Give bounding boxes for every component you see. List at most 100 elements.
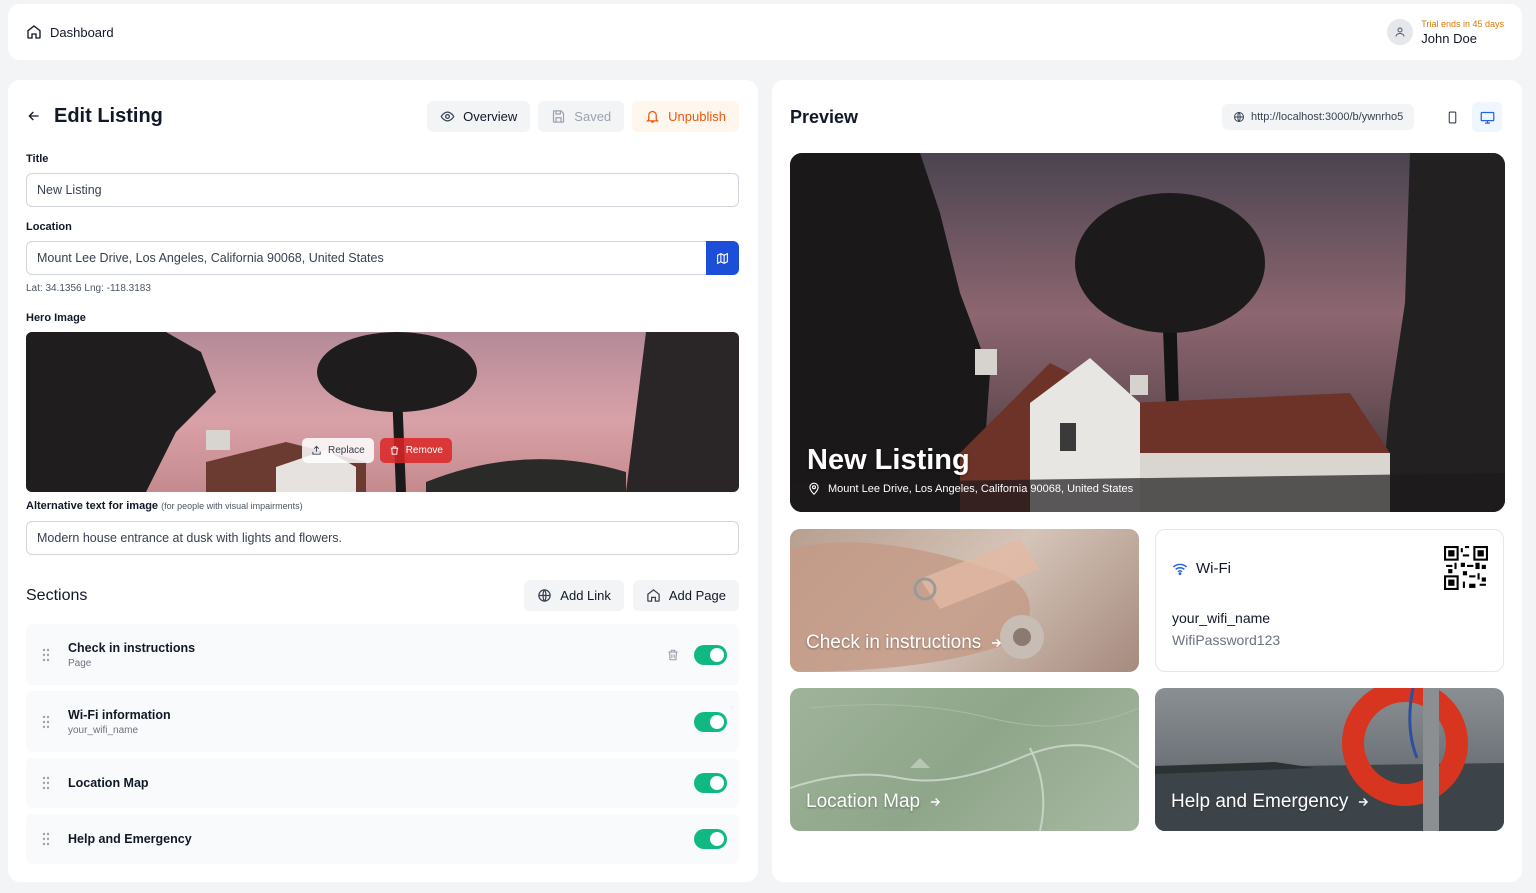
replace-label: Replace xyxy=(328,445,365,456)
sections-title: Sections xyxy=(26,587,88,604)
wifi-card-title: Wi-Fi xyxy=(1196,560,1231,577)
arrow-right-icon xyxy=(930,797,941,807)
alt-text-label: Alternative text for image (for people w… xyxy=(26,500,303,512)
replace-image-button[interactable]: Replace xyxy=(302,438,374,463)
overview-button[interactable]: Overview xyxy=(427,100,531,132)
title-input[interactable]: New Listing xyxy=(26,173,739,207)
trial-notice: Trial ends in 45 days xyxy=(1421,18,1504,29)
arrow-right-icon xyxy=(992,638,1002,648)
location-label: Location xyxy=(26,221,72,233)
desktop-view-button[interactable] xyxy=(1472,102,1502,132)
dashboard-link[interactable]: Dashboard xyxy=(26,24,114,40)
section-row-location-map[interactable]: Location Map xyxy=(26,758,739,808)
user-name: John Doe xyxy=(1421,30,1477,46)
remove-label: Remove xyxy=(405,445,443,456)
location-input[interactable]: Mount Lee Drive, Los Angeles, California… xyxy=(26,241,707,275)
wifi-card-header: Wi-Fi xyxy=(1172,560,1231,577)
save-icon xyxy=(553,109,565,123)
location-map-card-label: Location Map xyxy=(806,791,942,813)
preview-card-help[interactable]: Help and Emergency xyxy=(1155,688,1504,831)
preview-card-check-in[interactable]: Check in instructions xyxy=(790,529,1139,672)
map-icon xyxy=(717,252,728,264)
alt-text-input[interactable]: Modern house entrance at dusk with light… xyxy=(26,521,739,555)
section-row-check-in[interactable]: Check in instructions Page xyxy=(26,624,739,685)
remove-image-button[interactable]: Remove xyxy=(379,438,452,463)
preview-hero-title: New Listing xyxy=(807,444,970,476)
page-title: Edit Listing xyxy=(54,104,163,127)
qr-code-icon xyxy=(1444,546,1488,590)
top-bar: Dashboard Trial ends in 45 days John Doe xyxy=(8,4,1522,60)
overview-label: Overview xyxy=(463,108,518,124)
edit-panel: Edit Listing Overview Saved Unpublish Ti… xyxy=(8,80,758,882)
add-page-label: Add Page xyxy=(668,588,726,603)
home-icon xyxy=(27,25,41,39)
section-row-help[interactable]: Help and Emergency xyxy=(26,814,739,864)
avatar xyxy=(1387,19,1414,45)
smartphone-icon xyxy=(1448,111,1456,123)
section-name: Location Map xyxy=(68,776,149,790)
saved-label: Saved xyxy=(574,108,612,124)
mobile-view-button[interactable] xyxy=(1437,102,1467,132)
user-menu[interactable]: Trial ends in 45 days John Doe xyxy=(1387,19,1504,46)
unpublish-label: Unpublish xyxy=(668,108,726,124)
section-name: Help and Emergency xyxy=(68,832,192,846)
section-toggle[interactable] xyxy=(694,644,727,665)
wifi-password: WifiPassword123 xyxy=(1172,632,1281,648)
preview-card-location-map[interactable]: Location Map xyxy=(790,688,1139,831)
add-link-button[interactable]: Add Link xyxy=(524,580,624,611)
alt-text-label-text: Alternative text for image xyxy=(26,500,159,512)
dashboard-label: Dashboard xyxy=(50,24,114,40)
help-card-label: Help and Emergency xyxy=(1171,791,1370,813)
preview-hero-location: Mount Lee Drive, Los Angeles, California… xyxy=(807,482,1133,496)
arrow-right-icon xyxy=(1359,797,1369,807)
trash-icon xyxy=(390,446,398,455)
delete-icon[interactable] xyxy=(666,648,680,662)
add-link-label: Add Link xyxy=(560,588,611,603)
coordinates: Lat: 34.1356 Lng: -118.3183 xyxy=(26,283,151,294)
preview-card-wifi[interactable]: Wi-Fi your_wifi_name WifiPassword123 xyxy=(1155,529,1504,672)
drag-handle-icon[interactable] xyxy=(38,832,54,846)
home-icon xyxy=(647,589,660,602)
hero-thumbnail-art xyxy=(26,332,739,492)
add-page-button[interactable]: Add Page xyxy=(632,580,739,611)
preview-url[interactable]: http://localhost:3000/b/ywnrho5 xyxy=(1222,104,1415,130)
section-row-wifi[interactable]: Wi-Fi information your_wifi_name xyxy=(26,691,739,752)
bell-off-icon xyxy=(646,110,660,123)
hero-image-label: Hero Image xyxy=(26,312,86,324)
back-arrow-icon[interactable] xyxy=(26,108,42,124)
hero-image-thumbnail: Replace Remove xyxy=(26,332,739,492)
section-subtitle: your_wifi_name xyxy=(68,724,139,736)
saved-button[interactable]: Saved xyxy=(538,100,625,132)
upload-icon xyxy=(312,445,321,455)
drag-handle-icon[interactable] xyxy=(38,715,54,729)
preview-hero: New Listing Mount Lee Drive, Los Angeles… xyxy=(790,153,1505,512)
preview-url-text: http://localhost:3000/b/ywnrho5 xyxy=(1251,111,1404,123)
preview-title: Preview xyxy=(790,107,859,127)
drag-handle-icon[interactable] xyxy=(38,648,54,662)
section-toggle[interactable] xyxy=(694,711,727,732)
monitor-icon xyxy=(1480,111,1494,124)
location-map-card-text: Location Map xyxy=(806,791,921,812)
section-toggle[interactable] xyxy=(694,773,727,793)
map-pin-icon xyxy=(809,482,819,496)
help-card-text: Help and Emergency xyxy=(1171,791,1349,812)
preview-hero-location-text: Mount Lee Drive, Los Angeles, California… xyxy=(828,483,1134,495)
map-picker-button[interactable] xyxy=(706,241,739,275)
unpublish-button[interactable]: Unpublish xyxy=(632,100,739,132)
user-icon xyxy=(1395,27,1405,37)
preview-panel: Preview http://localhost:3000/b/ywnrho5 … xyxy=(772,80,1522,882)
section-name: Check in instructions xyxy=(68,640,196,655)
wifi-icon xyxy=(1172,563,1188,575)
section-name: Wi-Fi information xyxy=(68,707,171,722)
section-toggle[interactable] xyxy=(694,829,727,849)
globe-icon xyxy=(538,589,552,602)
drag-handle-icon[interactable] xyxy=(38,776,54,790)
globe-icon xyxy=(1234,112,1244,122)
title-label: Title xyxy=(26,153,49,165)
eye-icon xyxy=(440,110,455,122)
section-subtitle: Page xyxy=(68,657,92,669)
check-in-card-text: Check in instructions xyxy=(806,632,982,653)
wifi-network-name: your_wifi_name xyxy=(1172,610,1271,626)
alt-text-hint: (for people with visual impairments) xyxy=(161,501,303,511)
check-in-card-label: Check in instructions xyxy=(806,632,1003,654)
